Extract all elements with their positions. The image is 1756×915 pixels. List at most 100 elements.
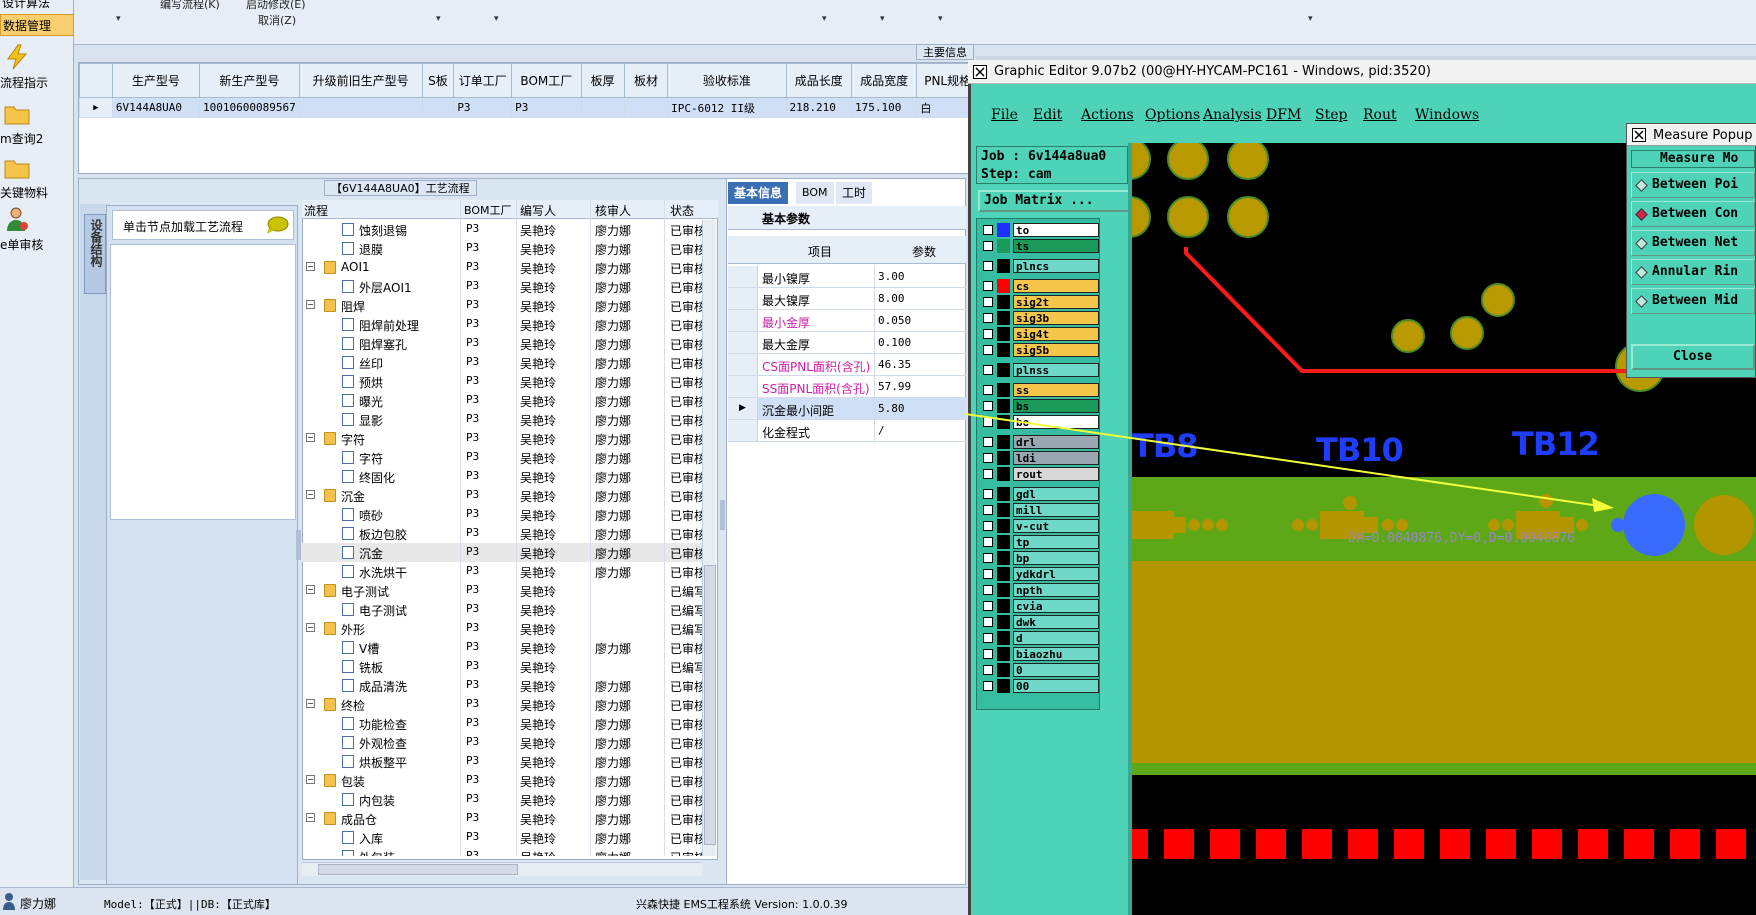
layer-checkbox[interactable]	[983, 281, 993, 291]
nav-item-key-material[interactable]: 关键物料	[0, 150, 74, 206]
flow-row[interactable]: 成品清洗 P3 吴艳玲 廖力娜 已审核	[302, 676, 704, 695]
layer-color-swatch[interactable]	[997, 679, 1010, 693]
layer-row[interactable]: tp	[981, 535, 1099, 549]
flow-row[interactable]: 外观检查 P3 吴艳玲 廖力娜 已审核	[302, 733, 704, 752]
layer-color-swatch[interactable]	[997, 223, 1010, 237]
table-row[interactable]: ▶ 6V144A8UA0 10010600089567 P3 P3 IPC-6012 II…	[79, 97, 979, 118]
node-hint-bar[interactable]: 单击节点加载工艺流程	[112, 210, 294, 240]
layer-name[interactable]: sig2t	[1013, 295, 1099, 309]
flow-row[interactable]: 显影 P3 吴艳玲 廖力娜 已审核	[302, 410, 704, 429]
layer-color-swatch[interactable]	[997, 399, 1010, 413]
layer-color-swatch[interactable]	[997, 551, 1010, 565]
layer-color-swatch[interactable]	[997, 259, 1010, 273]
flow-row[interactable]: 内包装 P3 吴艳玲 廖力娜 已审核	[302, 790, 704, 809]
col-header-flow[interactable]: 流程	[304, 202, 328, 219]
col-header-writer[interactable]: 编写人	[520, 202, 556, 219]
node-list-area[interactable]	[110, 244, 296, 520]
flow-row[interactable]: 外层AOI1 P3 吴艳玲 廖力娜 已审核	[302, 277, 704, 296]
col-header[interactable]: 升级前旧生产型号	[298, 63, 423, 98]
row-selector[interactable]	[728, 376, 758, 397]
radio-icon[interactable]	[1635, 179, 1648, 192]
layer-row[interactable]: ldi	[981, 451, 1099, 465]
flow-row[interactable]: 电子测试 P3 吴艳玲 已编写	[302, 600, 704, 619]
tab-labor-hours[interactable]: 工时	[836, 182, 873, 204]
layer-checkbox[interactable]	[983, 469, 993, 479]
layer-name[interactable]: sig3b	[1013, 311, 1099, 325]
layer-row[interactable]: bp	[981, 551, 1099, 565]
layer-color-swatch[interactable]	[997, 631, 1010, 645]
layer-row[interactable]: npth	[981, 583, 1099, 597]
measure-option[interactable]: Between Poi	[1631, 172, 1755, 198]
flow-row[interactable]: 铣板 P3 吴艳玲 已编写	[302, 657, 704, 676]
toolbar-edit-flow[interactable]: 编写流程(K)	[160, 0, 220, 12]
layer-checkbox[interactable]	[983, 297, 993, 307]
layer-row[interactable]: drl	[981, 435, 1099, 449]
measure-close-button[interactable]: Close	[1631, 344, 1755, 370]
collapse-toggle-icon[interactable]: −	[306, 300, 315, 309]
layer-checkbox[interactable]	[983, 345, 993, 355]
col-header[interactable]: 板材	[623, 63, 669, 98]
dropdown-arrow-icon[interactable]: ▾	[436, 14, 441, 24]
layer-color-swatch[interactable]	[997, 519, 1010, 533]
col-header[interactable]: 验收标准	[667, 63, 787, 98]
layer-row[interactable]: ydkdrl	[981, 567, 1099, 581]
flow-row[interactable]: 曝光 P3 吴艳玲 廖力娜 已审核	[302, 391, 704, 410]
layer-row[interactable]: dwk	[981, 615, 1099, 629]
layer-checkbox[interactable]	[983, 665, 993, 675]
layer-checkbox[interactable]	[983, 385, 993, 395]
layer-color-swatch[interactable]	[997, 435, 1010, 449]
layer-row[interactable]: gdl	[981, 487, 1099, 501]
layer-row[interactable]: 0	[981, 663, 1099, 677]
measure-option[interactable]: Between Mid	[1631, 288, 1755, 314]
flow-row[interactable]: V槽 P3 吴艳玲 廖力娜 已审核	[302, 638, 704, 657]
layer-checkbox[interactable]	[983, 437, 993, 447]
layer-checkbox[interactable]	[983, 585, 993, 595]
layer-color-swatch[interactable]	[997, 327, 1010, 341]
col-header-param[interactable]: 参数	[912, 243, 936, 260]
flow-row[interactable]: 退膜 P3 吴艳玲 廖力娜 已审核	[302, 239, 704, 258]
layer-row[interactable]: sig2t	[981, 295, 1099, 309]
col-header-reviewer[interactable]: 核审人	[595, 202, 631, 219]
col-header[interactable]: 板厚	[580, 63, 625, 98]
layer-name[interactable]: to	[1013, 223, 1099, 237]
layer-color-swatch[interactable]	[997, 311, 1010, 325]
layer-name[interactable]: ldi	[1013, 451, 1099, 465]
flow-row[interactable]: 烘板整平 P3 吴艳玲 廖力娜 已审核	[302, 752, 704, 771]
col-header[interactable]: 成品宽度	[850, 63, 918, 98]
scrollbar-thumb[interactable]	[704, 565, 716, 845]
measure-option[interactable]: Between Con	[1631, 201, 1755, 227]
scrollbar-thumb[interactable]	[318, 864, 518, 875]
layer-checkbox[interactable]	[983, 617, 993, 627]
row-selector[interactable]: ▶	[79, 97, 113, 118]
col-header-status[interactable]: 状态	[670, 202, 694, 219]
menu-windows[interactable]: Windows	[1415, 107, 1479, 123]
flow-row[interactable]: − 成品仓 P3 吴艳玲 廖力娜 已审核	[302, 809, 704, 828]
layer-row[interactable]: sig4t	[981, 327, 1099, 341]
layer-name[interactable]: v-cut	[1013, 519, 1099, 533]
measure-popup-titlebar[interactable]: Measure Popup	[1627, 124, 1756, 146]
col-header[interactable]: S板	[421, 63, 455, 98]
layer-color-swatch[interactable]	[997, 363, 1010, 377]
layer-name[interactable]: gdl	[1013, 487, 1099, 501]
layer-name[interactable]: 0	[1013, 663, 1099, 677]
layer-color-swatch[interactable]	[997, 451, 1010, 465]
flow-row[interactable]: 功能检查 P3 吴艳玲 廖力娜 已审核	[302, 714, 704, 733]
layer-checkbox[interactable]	[983, 521, 993, 531]
menu-analysis[interactable]: Analysis	[1203, 107, 1262, 123]
flow-row[interactable]: 预烘 P3 吴艳玲 廖力娜 已审核	[302, 372, 704, 391]
flow-row[interactable]: − 外形 P3 吴艳玲 已编写	[302, 619, 704, 638]
layer-name[interactable]: ss	[1013, 383, 1099, 397]
layer-color-swatch[interactable]	[997, 383, 1010, 397]
dropdown-arrow-icon[interactable]: ▾	[1308, 14, 1313, 24]
nav-item-flow-guide[interactable]: 流程指示	[0, 40, 74, 96]
layer-checkbox[interactable]	[983, 649, 993, 659]
param-row[interactable]: 化金程式 /	[728, 420, 966, 442]
layer-row[interactable]: sig3b	[981, 311, 1099, 325]
layer-name[interactable]: bo	[1013, 415, 1099, 429]
job-matrix-button[interactable]: Job Matrix ...	[978, 190, 1130, 212]
col-header-bom-factory[interactable]: BOM工厂	[464, 202, 512, 218]
flow-vertical-scrollbar[interactable]	[702, 220, 716, 856]
layer-color-swatch[interactable]	[997, 503, 1010, 517]
layer-color-swatch[interactable]	[997, 239, 1010, 253]
measure-option[interactable]: Between Net	[1631, 230, 1755, 256]
